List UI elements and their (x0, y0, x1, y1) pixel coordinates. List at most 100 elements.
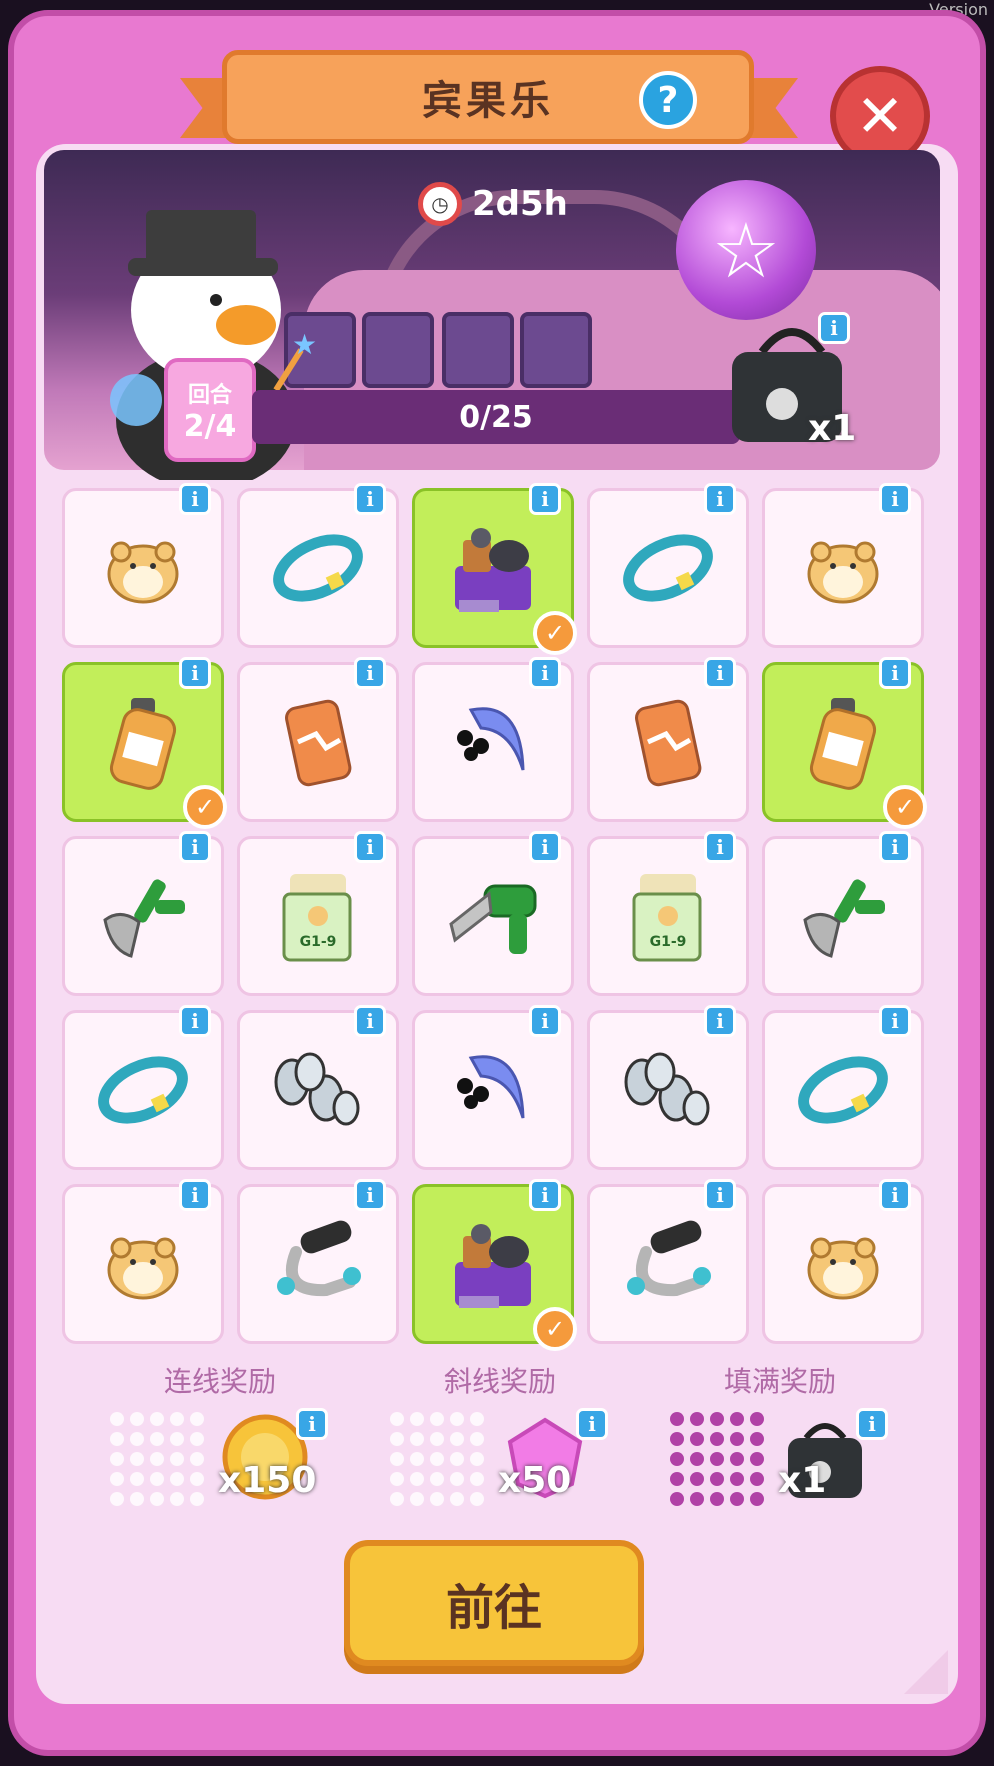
pattern-dot (450, 1452, 464, 1466)
pattern-dot (170, 1452, 184, 1466)
help-button[interactable]: ? (639, 71, 697, 129)
pattern-dot (690, 1452, 704, 1466)
checkmark-icon: ✓ (183, 785, 227, 829)
pattern-dot (110, 1492, 124, 1506)
can-icon (285, 699, 352, 787)
timer-text: 2d5h (472, 184, 568, 224)
info-icon[interactable]: i (529, 831, 561, 863)
bingo-cell[interactable]: i (62, 831, 224, 996)
bingo-cell[interactable]: i (62, 483, 224, 648)
pattern-dot (130, 1472, 144, 1486)
full-pattern (670, 1412, 764, 1506)
pattern-dot (410, 1432, 424, 1446)
gym-grip-icon (277, 1220, 361, 1297)
info-icon[interactable]: i (704, 831, 736, 863)
line-reward: 连线奖励 i x150 (90, 1360, 350, 1520)
pattern-dot (430, 1412, 444, 1426)
info-icon[interactable]: i (818, 312, 850, 344)
pattern-dot (110, 1472, 124, 1486)
pattern-dot (750, 1492, 764, 1506)
pattern-dot (410, 1412, 424, 1426)
bingo-cell[interactable]: i (587, 483, 749, 648)
info-icon[interactable]: i (704, 1179, 736, 1211)
info-icon[interactable]: i (879, 1005, 911, 1037)
bottle-icon (809, 698, 877, 790)
round-label: 回合 (187, 382, 232, 408)
hamster-icon (807, 1237, 879, 1300)
pattern-dot (410, 1492, 424, 1506)
bingo-cell[interactable]: i (762, 483, 924, 648)
bingo-cell[interactable]: i (762, 831, 924, 996)
info-icon[interactable]: i (179, 1005, 211, 1037)
bag-quantity: x1 (808, 408, 857, 449)
info-icon[interactable]: i (529, 483, 561, 515)
ring-icon (623, 534, 713, 602)
bingo-cell[interactable]: i (412, 831, 574, 996)
info-icon[interactable]: i (704, 1005, 736, 1037)
bingo-cell[interactable]: i (237, 1005, 399, 1170)
info-icon[interactable]: i (529, 1179, 561, 1211)
clock-icon: ◷ (418, 182, 462, 226)
bingo-cell[interactable]: i (587, 1179, 749, 1344)
bingo-cell[interactable]: i (762, 1005, 924, 1170)
bingo-cell[interactable]: i (237, 657, 399, 822)
info-icon[interactable]: i (704, 657, 736, 689)
info-icon[interactable]: i (879, 831, 911, 863)
info-icon[interactable]: i (529, 657, 561, 689)
info-icon[interactable]: i (179, 1179, 211, 1211)
info-icon[interactable]: i (354, 483, 386, 515)
reward-quantity: x1 (778, 1460, 827, 1501)
info-icon[interactable]: i (354, 831, 386, 863)
info-icon[interactable]: i (856, 1408, 888, 1440)
info-icon[interactable]: i (704, 483, 736, 515)
bingo-cell[interactable]: i (237, 1179, 399, 1344)
diagonal-reward: 斜线奖励 i x50 (370, 1360, 630, 1520)
checkmark-icon: ✓ (533, 1307, 577, 1351)
bingo-cell[interactable]: i (762, 1179, 924, 1344)
bingo-cell[interactable]: i ✓ (62, 657, 227, 829)
info-icon[interactable]: i (354, 657, 386, 689)
go-button[interactable]: 前往 (344, 1540, 644, 1666)
bottle-icon (109, 698, 177, 790)
dumbbell-icon (274, 1052, 360, 1126)
bingo-cell[interactable]: i (412, 1005, 574, 1170)
bingo-cell[interactable]: i (587, 1005, 749, 1170)
bingo-cell[interactable]: G1-9 i (237, 831, 399, 996)
bingo-cell[interactable]: i (62, 1005, 224, 1170)
info-icon[interactable]: i (296, 1408, 328, 1440)
pattern-dot (750, 1412, 764, 1426)
pattern-dot (150, 1452, 164, 1466)
reward-label: 填满奖励 (723, 1365, 836, 1398)
pattern-dot (470, 1412, 484, 1426)
info-icon[interactable]: i (529, 1005, 561, 1037)
bingo-cell[interactable]: i (237, 483, 399, 648)
info-icon[interactable]: i (179, 657, 211, 689)
info-icon[interactable]: i (179, 483, 211, 515)
bingo-cell[interactable]: i ✓ (762, 657, 927, 829)
pattern-dot (150, 1472, 164, 1486)
bingo-cell[interactable]: G1-9 i (587, 831, 749, 996)
info-icon[interactable]: i (354, 1179, 386, 1211)
info-icon[interactable]: i (879, 483, 911, 515)
bingo-cell[interactable]: i (62, 1179, 224, 1344)
info-icon[interactable]: i (879, 1179, 911, 1211)
info-icon[interactable]: i (179, 831, 211, 863)
reward-row: 连线奖励 i x150 斜线奖励 i x50 填满奖励 i x1 (70, 1360, 930, 1520)
bingo-cell[interactable]: i (412, 657, 574, 822)
bingo-cell[interactable]: i ✓ (412, 1179, 577, 1351)
pattern-dot (470, 1432, 484, 1446)
seed-packet-text: G1-9 (650, 934, 687, 950)
pattern-dot (190, 1432, 204, 1446)
info-icon[interactable]: i (879, 657, 911, 689)
bingo-cell[interactable]: i (587, 657, 749, 822)
bingo-cell[interactable]: i ✓ (412, 483, 577, 655)
pattern-dot (430, 1492, 444, 1506)
seed-packet-icon: G1-9 (282, 874, 352, 962)
junk-pile-icon (455, 1224, 531, 1308)
seed-packet-text: G1-9 (300, 934, 337, 950)
info-icon[interactable]: i (354, 1005, 386, 1037)
star-orb-icon[interactable]: ☆ (676, 180, 816, 320)
hairdryer-icon (457, 1055, 525, 1119)
pattern-dot (170, 1472, 184, 1486)
info-icon[interactable]: i (576, 1408, 608, 1440)
